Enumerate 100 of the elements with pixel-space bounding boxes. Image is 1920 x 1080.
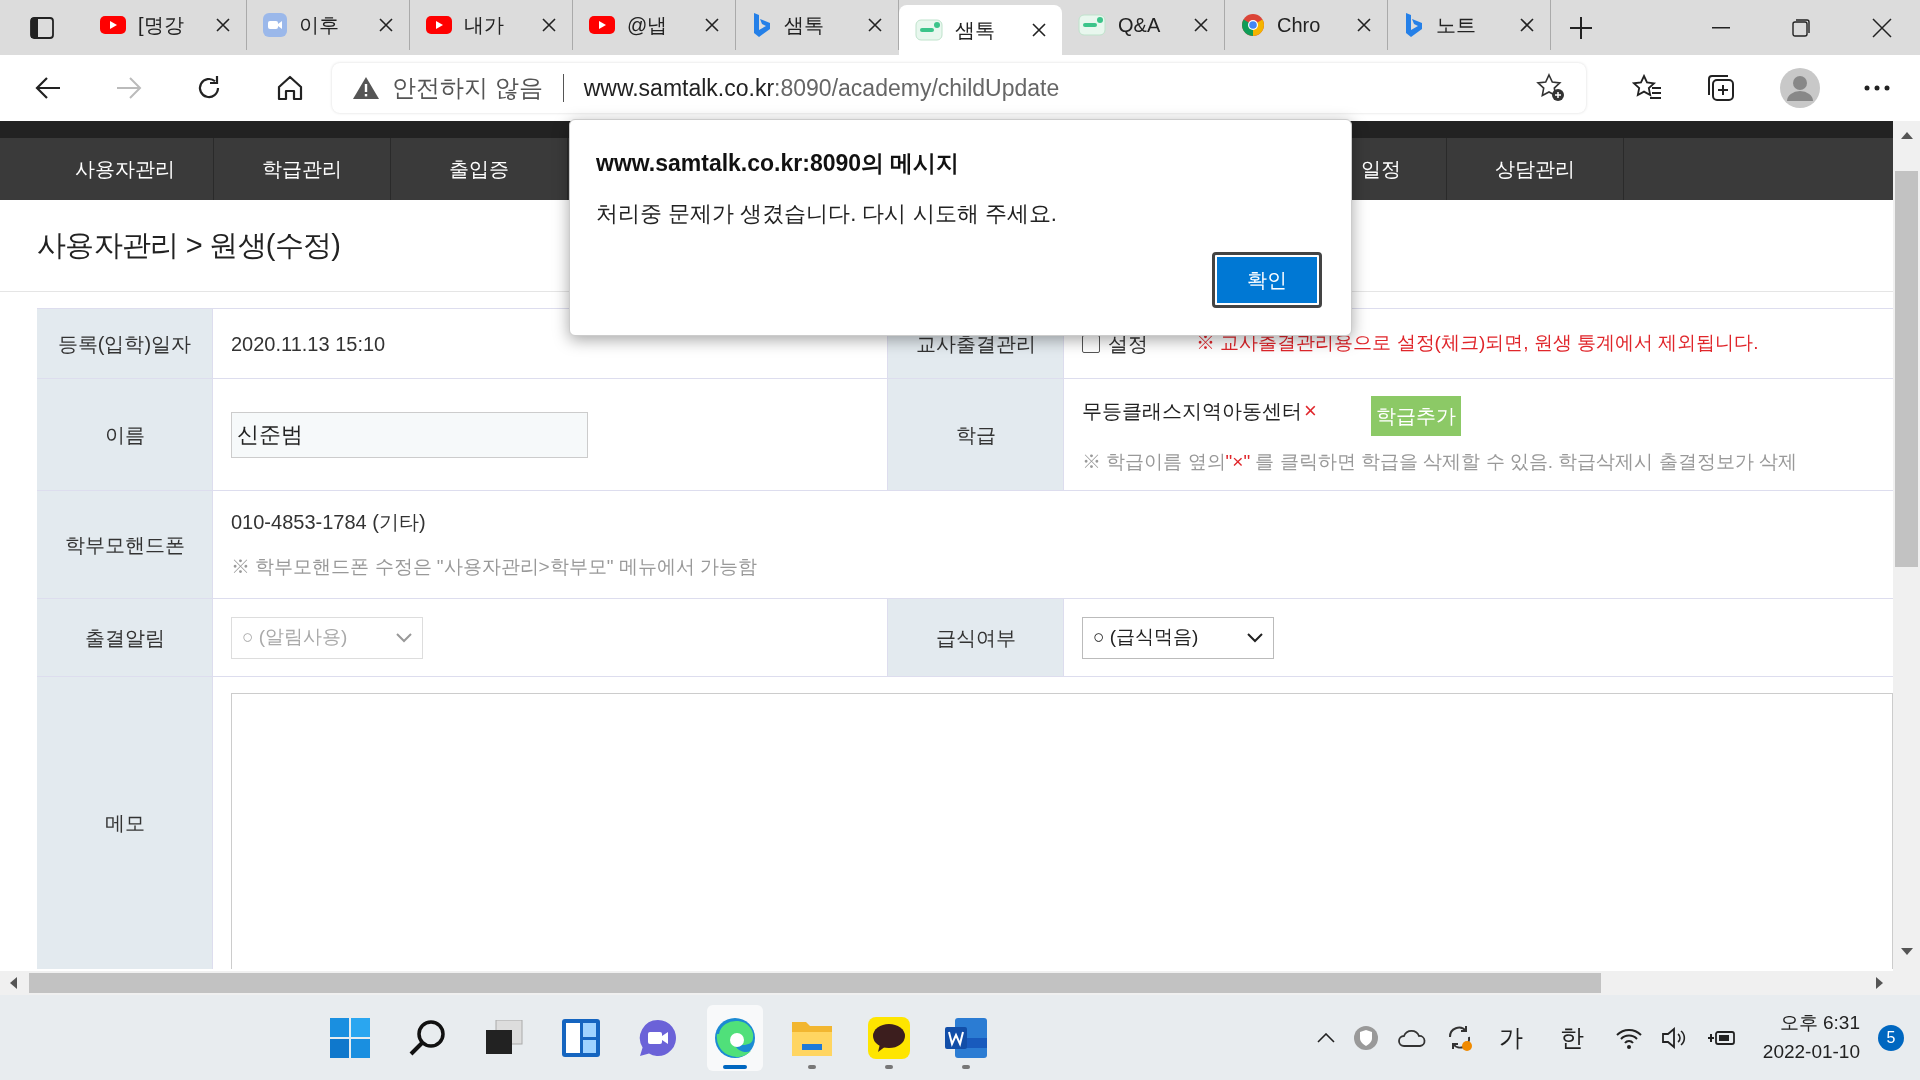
browser-tab[interactable]: 샘톡 — [899, 5, 1062, 55]
speech-bubble-logo-icon — [915, 18, 943, 42]
tab-title: Q&A — [1118, 13, 1162, 38]
clock-time[interactable]: 오후 6:31 — [1779, 1009, 1860, 1038]
close-icon[interactable] — [1357, 18, 1371, 32]
edge-icon[interactable] — [713, 1015, 758, 1060]
security-label: 안전하지 않음 — [392, 73, 543, 103]
task-view-icon[interactable] — [484, 1019, 525, 1056]
chat-bubble-app-icon[interactable] — [868, 1016, 911, 1059]
phone-hint: ※ 학부모핸드폰 수정은 "사용자관리>학부모" 메뉴에서 가능함 — [231, 555, 758, 580]
minimize-icon[interactable] — [1712, 26, 1730, 29]
name-input[interactable]: 신준범 — [231, 411, 588, 458]
field-label: 이름 — [37, 379, 213, 491]
warning-icon — [352, 76, 380, 100]
input-method-indicator[interactable]: 가 — [1492, 1019, 1529, 1056]
bing-b-icon — [1404, 12, 1424, 38]
notification-badge[interactable]: 5 — [1878, 1024, 1904, 1051]
home-icon[interactable] — [275, 74, 304, 102]
close-icon[interactable] — [379, 18, 393, 32]
tab-title: 샘톡 — [784, 13, 825, 38]
browser-tab[interactable]: Chro — [1225, 0, 1388, 50]
star-plus-icon[interactable] — [1536, 73, 1566, 103]
phone-value: 010-4853-1784 (기타) — [231, 510, 427, 536]
warning-note: ※ 교사출결관리용으로 설정(체크)되면, 원생 통계에서 제외됩니다. — [1196, 331, 1759, 356]
scroll-left-icon[interactable] — [9, 977, 17, 989]
close-icon[interactable] — [216, 18, 230, 32]
tab-actions-icon[interactable] — [30, 16, 54, 39]
shield-icon[interactable] — [1352, 1024, 1379, 1051]
nav-item[interactable]: 출입증 — [391, 138, 568, 200]
remove-class-link[interactable]: × — [1304, 394, 1317, 428]
new-tab-icon[interactable] — [1569, 15, 1593, 40]
scroll-up-icon[interactable] — [1900, 131, 1913, 139]
close-icon[interactable] — [1872, 17, 1892, 38]
class-hint: ※ 학급이름 옆의"×" 를 클릭하면 학급을 삭제할 수 있음. 학급삭제시 출결정보가 삭제 — [1082, 450, 1798, 475]
tab-title: 내가 — [464, 13, 505, 38]
class-name: 무등클래스지역아동센터 — [1082, 399, 1302, 425]
windows-start-icon[interactable] — [330, 1017, 371, 1058]
more-options-icon[interactable] — [1864, 85, 1890, 91]
close-icon[interactable] — [1032, 23, 1046, 37]
checkbox-label: 설정 — [1108, 331, 1148, 357]
close-icon[interactable] — [1194, 18, 1208, 32]
nav-item[interactable]: 사용자관리 — [37, 138, 214, 200]
video-camera-icon — [263, 13, 287, 37]
dialog-title: www.samtalk.co.kr:8090의 메시지 — [596, 149, 961, 178]
scrollbar-thumb[interactable] — [29, 973, 1601, 993]
search-icon[interactable] — [407, 1017, 448, 1058]
document-app-icon[interactable] — [945, 1017, 988, 1058]
chevron-down-icon — [1247, 632, 1263, 643]
wifi-icon[interactable] — [1614, 1026, 1643, 1049]
nav-item[interactable]: 상담관리 — [1447, 138, 1624, 200]
nav-item[interactable]: 학급관리 — [214, 138, 391, 200]
field-label: 학부모핸드폰 — [37, 491, 213, 599]
dialog-message: 처리중 문제가 생겼습니다. 다시 시도해 주세요. — [596, 199, 1058, 228]
profile-avatar-icon[interactable] — [1780, 68, 1820, 108]
chevron-down-icon — [396, 632, 412, 643]
close-icon[interactable] — [705, 18, 719, 32]
browser-tab[interactable]: 노트 — [1388, 0, 1551, 50]
tab-title: 샘톡 — [955, 18, 996, 43]
back-arrow-icon[interactable] — [34, 76, 63, 100]
widgets-icon[interactable] — [561, 1017, 602, 1058]
tab-title: 노트 — [1436, 13, 1477, 38]
input-method-indicator[interactable]: 한 — [1546, 1019, 1597, 1056]
tab-title: [명강 — [138, 13, 185, 38]
chat-icon[interactable] — [638, 1017, 679, 1058]
chevron-up-icon[interactable] — [1316, 1032, 1335, 1043]
ok-button[interactable]: 확인 — [1212, 251, 1322, 308]
field-label: 출결알림 — [37, 599, 213, 677]
field-label: 메모 — [37, 677, 213, 969]
cloud-icon[interactable] — [1396, 1027, 1427, 1048]
speech-bubble-logo-icon — [1078, 13, 1106, 37]
collections-icon[interactable] — [1706, 73, 1736, 103]
breadcrumb-title: 사용자관리 > 원생(수정) — [37, 227, 341, 263]
play-logo-icon — [426, 16, 452, 34]
browser-tab[interactable]: 이후 — [247, 0, 410, 50]
field-label: 학급 — [887, 379, 1064, 491]
close-icon[interactable] — [1520, 18, 1534, 32]
address-bar[interactable]: 안전하지 않음 www.samtalk.co.kr:8090/academy/childUpdate — [332, 63, 1586, 113]
field-label: 급식여부 — [887, 599, 1064, 677]
browser-tab[interactable]: @냅 — [573, 0, 736, 50]
play-logo-icon — [589, 16, 615, 34]
url-text: www.samtalk.co.kr:8090/academy/childUpdate — [583, 73, 1060, 103]
tab-title: Chro — [1277, 13, 1322, 38]
close-icon[interactable] — [542, 18, 556, 32]
browser-tab[interactable]: Q&A — [1062, 0, 1225, 50]
scroll-right-icon[interactable] — [1876, 977, 1884, 989]
clock-date[interactable]: 2022-01-10 — [1762, 1037, 1860, 1066]
restore-icon[interactable] — [1792, 18, 1810, 37]
close-icon[interactable] — [868, 18, 882, 32]
tab-title: @냅 — [627, 13, 669, 38]
browser-tab[interactable]: 내가 — [410, 0, 573, 50]
select-dropdown[interactable]: ○ (급식먹음) — [1082, 616, 1274, 659]
play-logo-icon — [100, 16, 126, 34]
bing-b-icon — [752, 12, 772, 38]
scrollbar-thumb[interactable] — [1895, 171, 1918, 567]
browser-tab[interactable]: [명강 — [84, 0, 247, 50]
favorites-icon[interactable] — [1632, 74, 1662, 102]
chrome-icon — [1241, 13, 1265, 37]
tab-title: 이후 — [299, 13, 340, 38]
scroll-down-icon[interactable] — [1900, 948, 1913, 956]
field-label: 등록(입학)일자 — [37, 309, 213, 379]
